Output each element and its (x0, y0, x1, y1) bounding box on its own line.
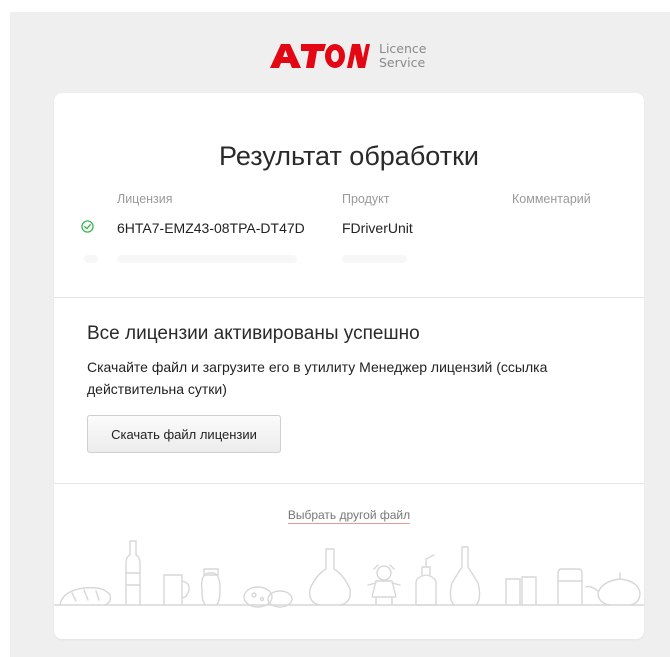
column-header-product: Продукт (342, 192, 390, 206)
logo-licence-text: Licence (379, 41, 427, 56)
faded-row-placeholder (342, 255, 407, 263)
check-circle-icon (81, 220, 94, 233)
success-heading: Все лицензии активированы успешно (87, 323, 420, 344)
faded-row-placeholder (117, 255, 297, 263)
faded-row-placeholder (84, 255, 98, 263)
choose-other-file-link[interactable]: Выбрать другой файл (287, 508, 411, 524)
goods-line-art-icon (54, 540, 644, 608)
download-license-button[interactable]: Скачать файл лицензии (87, 415, 281, 453)
aton-logo: Licence Service (268, 36, 427, 76)
aton-logo-icon (270, 44, 370, 68)
product-cell: FDriverUnit (342, 220, 413, 236)
divider (54, 483, 644, 484)
result-card: Результат обработки Лицензия Продукт Ком… (54, 93, 644, 639)
column-header-comment: Комментарий (512, 192, 591, 206)
column-header-license: Лицензия (117, 192, 173, 206)
choose-other-file-link-wrap: Выбрать другой файл (54, 508, 644, 524)
logo-service-text: Service (379, 55, 426, 70)
divider (54, 297, 644, 298)
page-title: Результат обработки (219, 141, 479, 171)
license-key-cell: 6HTA7-EMZ43-08TPA-DT47D (117, 220, 305, 236)
success-description: Скачайте файл и загрузите его в утилиту … (87, 359, 548, 397)
